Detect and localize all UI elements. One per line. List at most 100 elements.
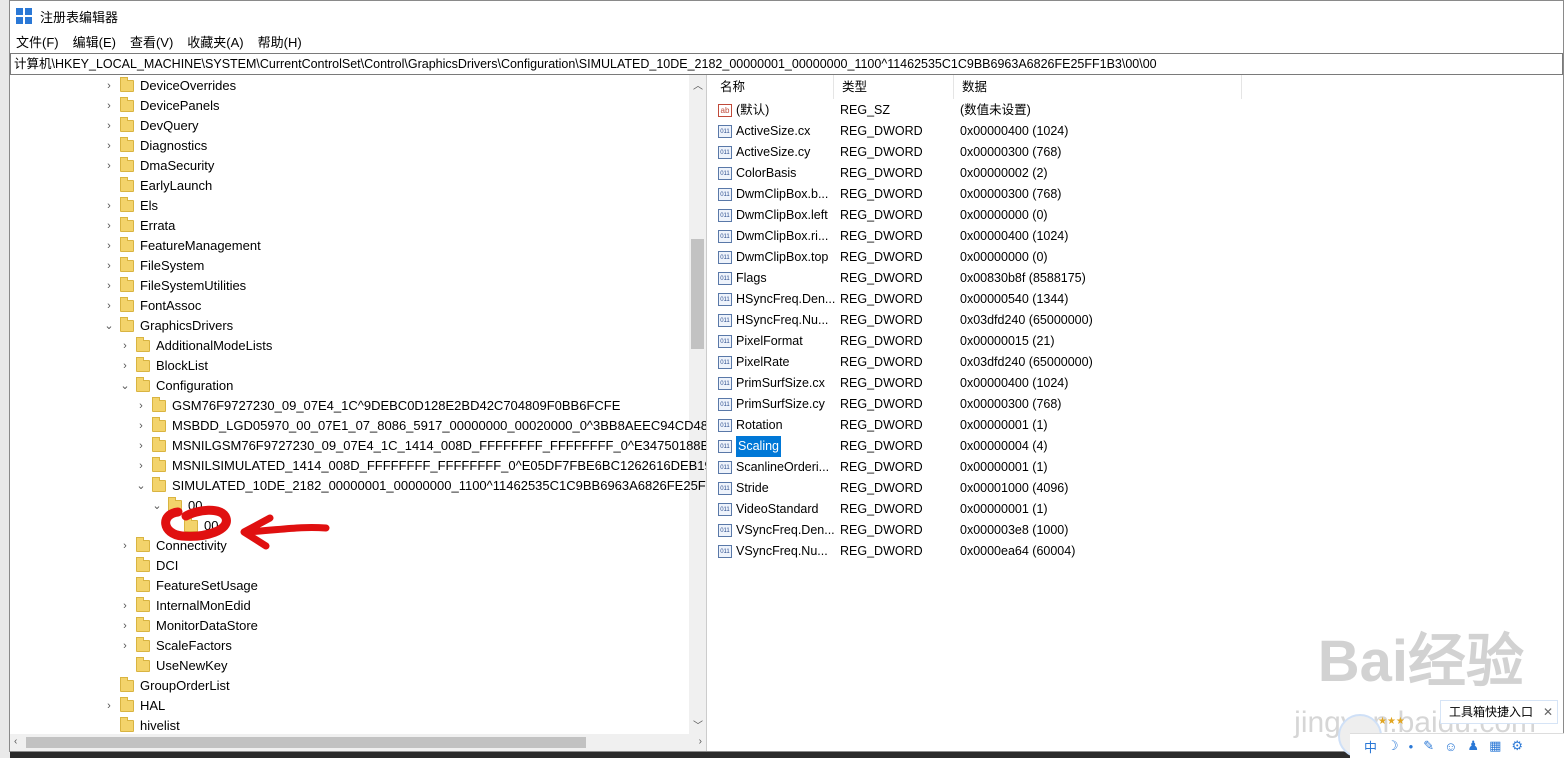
menu-view[interactable]: 查看(V) [130, 32, 173, 51]
value-row[interactable]: 011 ColorBasis REG_DWORD 0x00000002 (2) [712, 163, 1564, 184]
value-row[interactable]: 011 VSyncFreq.Den... REG_DWORD 0x000003e8 (… [712, 520, 1564, 541]
scroll-down-icon[interactable]: ﹀ [693, 717, 703, 732]
value-row[interactable]: 011 Scaling REG_DWORD 0x00000004 (4) [712, 436, 1564, 457]
tree-node[interactable]: › AdditionalModeLists [118, 336, 272, 356]
tree-node[interactable]: › FileSystem [102, 256, 204, 276]
chevron-right-icon[interactable]: › [118, 356, 132, 376]
chevron-right-icon[interactable]: › [118, 636, 132, 656]
tree-vertical-scrollbar[interactable]: ︿ ﹀ [689, 75, 706, 735]
tree-node[interactable]: › MonitorDataStore [118, 616, 258, 636]
menu-favorites[interactable]: 收藏夹(A) [187, 32, 243, 51]
value-row[interactable]: 011 ActiveSize.cx REG_DWORD 0x00000400 (102… [712, 121, 1564, 142]
scroll-right-icon[interactable]: › [699, 736, 702, 747]
value-row[interactable]: 011 DwmClipBox.ri... REG_DWORD 0x00000400 (… [712, 226, 1564, 247]
tree-node[interactable]: › MSBDD_LGD05970_00_07E1_07_8086_5917_000… [134, 416, 706, 436]
tree-node[interactable]: › BlockList [118, 356, 208, 376]
chevron-right-icon[interactable]: › [102, 116, 116, 136]
tree-node[interactable]: › Els [102, 196, 158, 216]
chevron-right-icon[interactable]: › [102, 276, 116, 296]
tree-hscroll-thumb[interactable] [26, 737, 586, 748]
chevron-down-icon[interactable]: ⌄ [118, 376, 132, 396]
tree-node[interactable]: FeatureSetUsage [118, 576, 258, 596]
address-bar[interactable]: 计算机\HKEY_LOCAL_MACHINE\SYSTEM\CurrentCon… [10, 53, 1563, 75]
tree-node[interactable]: ⌄ Configuration [118, 376, 233, 396]
tree-node[interactable]: › FontAssoc [102, 296, 201, 316]
menu-help[interactable]: 帮助(H) [258, 32, 302, 51]
chevron-right-icon[interactable]: › [102, 76, 116, 96]
value-row[interactable]: 011 HSyncFreq.Nu... REG_DWORD 0x03dfd240 (6… [712, 310, 1564, 331]
tree-node[interactable]: › MSNILGSM76F9727230_09_07E4_1C_1414_008D… [134, 436, 706, 456]
tree-node[interactable]: › FeatureManagement [102, 236, 261, 256]
tree-node[interactable]: › Connectivity [118, 536, 227, 556]
tree-node[interactable]: › FileSystemUtilities [102, 276, 246, 296]
tree-node[interactable]: › MSNILSIMULATED_1414_008D_FFFFFFFF_FFFFF… [134, 456, 706, 476]
value-row[interactable]: 011 HSyncFreq.Den... REG_DWORD 0x00000540 (… [712, 289, 1564, 310]
column-type-header[interactable]: 类型 [834, 75, 954, 99]
tree-node[interactable]: › GSM76F9727230_09_07E4_1C^9DEBC0D128E2BD… [134, 396, 620, 416]
tree-node[interactable]: › DevQuery [102, 116, 199, 136]
chevron-right-icon[interactable]: › [102, 256, 116, 276]
column-name-header[interactable]: 名称 [712, 75, 834, 99]
close-icon[interactable]: ✕ [1543, 701, 1553, 723]
wrench-icon[interactable]: ✎ [1423, 738, 1434, 754]
tree-node[interactable]: › DeviceOverrides [102, 76, 236, 96]
tree-node[interactable]: › Errata [102, 216, 175, 236]
value-row[interactable]: 011 ActiveSize.cy REG_DWORD 0x00000300 (768… [712, 142, 1564, 163]
chevron-right-icon[interactable]: › [118, 336, 132, 356]
dot-icon[interactable]: • [1409, 739, 1414, 754]
tree-node[interactable]: › ScaleFactors [118, 636, 232, 656]
chevron-right-icon[interactable]: › [102, 136, 116, 156]
chevron-right-icon[interactable]: › [102, 216, 116, 236]
chevron-right-icon[interactable]: › [102, 196, 116, 216]
value-row[interactable]: ab (默认) REG_SZ (数值未设置) [712, 100, 1564, 121]
settings-icon[interactable]: ⚙ [1511, 738, 1523, 754]
chevron-right-icon[interactable]: › [134, 456, 148, 476]
scroll-up-icon[interactable]: ︿ [693, 77, 703, 92]
tree-node[interactable]: hivelist [102, 716, 180, 736]
tree-node[interactable]: GroupOrderList [102, 676, 230, 696]
ime-chinese-icon[interactable]: 中 [1364, 737, 1377, 756]
chevron-down-icon[interactable]: ⌄ [102, 316, 116, 336]
value-row[interactable]: 011 ScanlineOrderi... REG_DWORD 0x00000001 … [712, 457, 1564, 478]
moon-icon[interactable]: ☽ [1387, 738, 1399, 754]
value-row[interactable]: 011 PrimSurfSize.cy REG_DWORD 0x00000300 (7… [712, 394, 1564, 415]
menu-edit[interactable]: 编辑(E) [73, 32, 116, 51]
scroll-left-icon[interactable]: ‹ [14, 736, 17, 747]
chevron-right-icon[interactable]: › [134, 396, 148, 416]
value-row[interactable]: 011 Rotation REG_DWORD 0x00000001 (1) [712, 415, 1564, 436]
value-row[interactable]: 011 DwmClipBox.b... REG_DWORD 0x00000300 (7… [712, 184, 1564, 205]
grid-icon[interactable]: ▦ [1489, 738, 1501, 754]
value-row[interactable]: 011 DwmClipBox.top REG_DWORD 0x00000000 (0) [712, 247, 1564, 268]
smiley-icon[interactable]: ☺ [1444, 739, 1457, 754]
value-row[interactable]: 011 VSyncFreq.Nu... REG_DWORD 0x0000ea64 (6… [712, 541, 1564, 562]
value-row[interactable]: 011 PrimSurfSize.cx REG_DWORD 0x00000400 (1… [712, 373, 1564, 394]
tree-node[interactable]: ⌄ SIMULATED_10DE_2182_00000001_00000000_1… [134, 476, 706, 496]
tree-node[interactable]: ⌄ 00 [150, 496, 202, 516]
tree-horizontal-scrollbar[interactable]: ‹ › [10, 734, 706, 751]
chevron-down-icon[interactable]: ⌄ [150, 496, 164, 516]
value-row[interactable]: 011 Flags REG_DWORD 0x00830b8f (8588175) [712, 268, 1564, 289]
chevron-right-icon[interactable]: › [134, 436, 148, 456]
value-row[interactable]: 011 VideoStandard REG_DWORD 0x00000001 (1) [712, 499, 1564, 520]
chevron-right-icon[interactable]: › [118, 536, 132, 556]
shirt-icon[interactable]: ♟ [1467, 738, 1479, 754]
tree-scroll-thumb[interactable] [691, 239, 704, 349]
chevron-right-icon[interactable]: › [102, 296, 116, 316]
tree-node[interactable]: 00 [166, 516, 218, 536]
chevron-right-icon[interactable]: › [118, 596, 132, 616]
tree-node[interactable]: › HAL [102, 696, 165, 716]
tree-node[interactable]: › DevicePanels [102, 96, 220, 116]
value-row[interactable]: 011 Stride REG_DWORD 0x00001000 (4096) [712, 478, 1564, 499]
tree-node[interactable]: EarlyLaunch [102, 176, 212, 196]
tree-node[interactable]: ⌄ GraphicsDrivers [102, 316, 233, 336]
value-row[interactable]: 011 PixelFormat REG_DWORD 0x00000015 (21) [712, 331, 1564, 352]
chevron-right-icon[interactable]: › [134, 416, 148, 436]
chevron-right-icon[interactable]: › [102, 96, 116, 116]
toolbox-shortcut[interactable]: 工具箱快捷入口 ✕ [1439, 700, 1558, 724]
tree-node[interactable]: DCI [118, 556, 178, 576]
tree-node[interactable]: › InternalMonEdid [118, 596, 251, 616]
tree-node[interactable]: › Diagnostics [102, 136, 207, 156]
column-data-header[interactable]: 数据 [954, 75, 1242, 99]
chevron-right-icon[interactable]: › [118, 616, 132, 636]
value-row[interactable]: 011 DwmClipBox.left REG_DWORD 0x00000000 (0… [712, 205, 1564, 226]
